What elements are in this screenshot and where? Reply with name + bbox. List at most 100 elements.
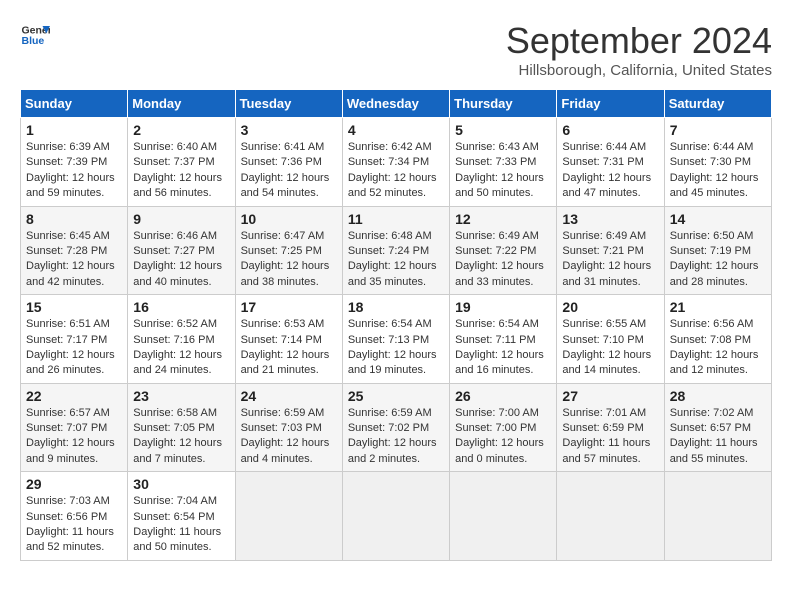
day-number: 14 xyxy=(670,211,766,227)
day-number: 22 xyxy=(26,388,122,404)
day-info: Sunrise: 6:43 AMSunset: 7:33 PMDaylight:… xyxy=(455,140,551,202)
day-number: 8 xyxy=(26,211,122,227)
calendar-cell: 4 Sunrise: 6:42 AMSunset: 7:34 PMDayligh… xyxy=(342,118,449,207)
weekday-header-saturday: Saturday xyxy=(664,90,771,118)
day-number: 10 xyxy=(241,211,337,227)
day-number: 3 xyxy=(241,122,337,138)
day-number: 15 xyxy=(26,299,122,315)
calendar-cell: 11 Sunrise: 6:48 AMSunset: 7:24 PMDaylig… xyxy=(342,206,449,295)
day-info: Sunrise: 6:50 AMSunset: 7:19 PMDaylight:… xyxy=(670,229,766,291)
calendar-cell: 21 Sunrise: 6:56 AMSunset: 7:08 PMDaylig… xyxy=(664,295,771,384)
day-info: Sunrise: 6:42 AMSunset: 7:34 PMDaylight:… xyxy=(348,140,444,202)
calendar-cell: 2 Sunrise: 6:40 AMSunset: 7:37 PMDayligh… xyxy=(128,118,235,207)
day-number: 25 xyxy=(348,388,444,404)
calendar-cell: 8 Sunrise: 6:45 AMSunset: 7:28 PMDayligh… xyxy=(21,206,128,295)
day-number: 13 xyxy=(562,211,658,227)
day-number: 30 xyxy=(133,476,229,492)
weekday-header-tuesday: Tuesday xyxy=(235,90,342,118)
calendar-cell: 22 Sunrise: 6:57 AMSunset: 7:07 PMDaylig… xyxy=(21,383,128,472)
day-info: Sunrise: 6:54 AMSunset: 7:13 PMDaylight:… xyxy=(348,317,444,379)
calendar-cell: 16 Sunrise: 6:52 AMSunset: 7:16 PMDaylig… xyxy=(128,295,235,384)
calendar-cell: 14 Sunrise: 6:50 AMSunset: 7:19 PMDaylig… xyxy=(664,206,771,295)
calendar-table: SundayMondayTuesdayWednesdayThursdayFrid… xyxy=(20,89,772,561)
calendar-cell xyxy=(235,472,342,561)
day-info: Sunrise: 6:49 AMSunset: 7:22 PMDaylight:… xyxy=(455,229,551,291)
day-info: Sunrise: 6:46 AMSunset: 7:27 PMDaylight:… xyxy=(133,229,229,291)
calendar-cell: 19 Sunrise: 6:54 AMSunset: 7:11 PMDaylig… xyxy=(450,295,557,384)
day-info: Sunrise: 6:59 AMSunset: 7:02 PMDaylight:… xyxy=(348,406,444,468)
logo-icon: General Blue xyxy=(20,20,50,50)
day-number: 6 xyxy=(562,122,658,138)
day-info: Sunrise: 6:39 AMSunset: 7:39 PMDaylight:… xyxy=(26,140,122,202)
day-number: 23 xyxy=(133,388,229,404)
day-info: Sunrise: 7:01 AMSunset: 6:59 PMDaylight:… xyxy=(562,406,658,468)
calendar-week-2: 8 Sunrise: 6:45 AMSunset: 7:28 PMDayligh… xyxy=(21,206,772,295)
day-info: Sunrise: 6:59 AMSunset: 7:03 PMDaylight:… xyxy=(241,406,337,468)
day-info: Sunrise: 7:04 AMSunset: 6:54 PMDaylight:… xyxy=(133,494,229,556)
calendar-cell: 30 Sunrise: 7:04 AMSunset: 6:54 PMDaylig… xyxy=(128,472,235,561)
title-block: September 2024 Hillsborough, California,… xyxy=(506,20,772,79)
calendar-week-5: 29 Sunrise: 7:03 AMSunset: 6:56 PMDaylig… xyxy=(21,472,772,561)
day-info: Sunrise: 6:57 AMSunset: 7:07 PMDaylight:… xyxy=(26,406,122,468)
day-number: 18 xyxy=(348,299,444,315)
calendar-cell: 18 Sunrise: 6:54 AMSunset: 7:13 PMDaylig… xyxy=(342,295,449,384)
calendar-cell xyxy=(557,472,664,561)
calendar-cell: 27 Sunrise: 7:01 AMSunset: 6:59 PMDaylig… xyxy=(557,383,664,472)
calendar-cell: 20 Sunrise: 6:55 AMSunset: 7:10 PMDaylig… xyxy=(557,295,664,384)
calendar-cell: 10 Sunrise: 6:47 AMSunset: 7:25 PMDaylig… xyxy=(235,206,342,295)
calendar-cell: 28 Sunrise: 7:02 AMSunset: 6:57 PMDaylig… xyxy=(664,383,771,472)
day-number: 9 xyxy=(133,211,229,227)
day-info: Sunrise: 7:02 AMSunset: 6:57 PMDaylight:… xyxy=(670,406,766,468)
calendar-cell xyxy=(342,472,449,561)
page-header: General Blue September 2024 Hillsborough… xyxy=(20,20,772,79)
day-info: Sunrise: 6:49 AMSunset: 7:21 PMDaylight:… xyxy=(562,229,658,291)
calendar-cell: 17 Sunrise: 6:53 AMSunset: 7:14 PMDaylig… xyxy=(235,295,342,384)
day-number: 19 xyxy=(455,299,551,315)
weekday-header-monday: Monday xyxy=(128,90,235,118)
day-info: Sunrise: 6:41 AMSunset: 7:36 PMDaylight:… xyxy=(241,140,337,202)
calendar-cell: 24 Sunrise: 6:59 AMSunset: 7:03 PMDaylig… xyxy=(235,383,342,472)
day-info: Sunrise: 7:03 AMSunset: 6:56 PMDaylight:… xyxy=(26,494,122,556)
day-number: 4 xyxy=(348,122,444,138)
calendar-cell: 15 Sunrise: 6:51 AMSunset: 7:17 PMDaylig… xyxy=(21,295,128,384)
calendar-cell xyxy=(450,472,557,561)
calendar-cell: 29 Sunrise: 7:03 AMSunset: 6:56 PMDaylig… xyxy=(21,472,128,561)
weekday-header-wednesday: Wednesday xyxy=(342,90,449,118)
weekday-header-thursday: Thursday xyxy=(450,90,557,118)
svg-text:Blue: Blue xyxy=(22,35,45,47)
calendar-cell: 13 Sunrise: 6:49 AMSunset: 7:21 PMDaylig… xyxy=(557,206,664,295)
day-info: Sunrise: 6:58 AMSunset: 7:05 PMDaylight:… xyxy=(133,406,229,468)
day-number: 11 xyxy=(348,211,444,227)
day-number: 28 xyxy=(670,388,766,404)
day-number: 12 xyxy=(455,211,551,227)
day-number: 20 xyxy=(562,299,658,315)
logo: General Blue xyxy=(20,20,50,50)
weekday-header-friday: Friday xyxy=(557,90,664,118)
day-number: 2 xyxy=(133,122,229,138)
calendar-cell: 5 Sunrise: 6:43 AMSunset: 7:33 PMDayligh… xyxy=(450,118,557,207)
day-info: Sunrise: 6:47 AMSunset: 7:25 PMDaylight:… xyxy=(241,229,337,291)
day-number: 1 xyxy=(26,122,122,138)
calendar-cell: 6 Sunrise: 6:44 AMSunset: 7:31 PMDayligh… xyxy=(557,118,664,207)
day-number: 26 xyxy=(455,388,551,404)
calendar-cell: 9 Sunrise: 6:46 AMSunset: 7:27 PMDayligh… xyxy=(128,206,235,295)
location-subtitle: Hillsborough, California, United States xyxy=(506,62,772,79)
day-number: 7 xyxy=(670,122,766,138)
day-info: Sunrise: 6:51 AMSunset: 7:17 PMDaylight:… xyxy=(26,317,122,379)
day-number: 24 xyxy=(241,388,337,404)
day-info: Sunrise: 6:45 AMSunset: 7:28 PMDaylight:… xyxy=(26,229,122,291)
calendar-week-1: 1 Sunrise: 6:39 AMSunset: 7:39 PMDayligh… xyxy=(21,118,772,207)
month-title: September 2024 xyxy=(506,20,772,62)
day-info: Sunrise: 6:56 AMSunset: 7:08 PMDaylight:… xyxy=(670,317,766,379)
day-number: 5 xyxy=(455,122,551,138)
day-info: Sunrise: 6:55 AMSunset: 7:10 PMDaylight:… xyxy=(562,317,658,379)
calendar-cell xyxy=(664,472,771,561)
calendar-cell: 7 Sunrise: 6:44 AMSunset: 7:30 PMDayligh… xyxy=(664,118,771,207)
calendar-cell: 25 Sunrise: 6:59 AMSunset: 7:02 PMDaylig… xyxy=(342,383,449,472)
day-info: Sunrise: 6:44 AMSunset: 7:31 PMDaylight:… xyxy=(562,140,658,202)
day-info: Sunrise: 6:48 AMSunset: 7:24 PMDaylight:… xyxy=(348,229,444,291)
calendar-cell: 12 Sunrise: 6:49 AMSunset: 7:22 PMDaylig… xyxy=(450,206,557,295)
day-number: 21 xyxy=(670,299,766,315)
day-info: Sunrise: 6:52 AMSunset: 7:16 PMDaylight:… xyxy=(133,317,229,379)
day-number: 17 xyxy=(241,299,337,315)
